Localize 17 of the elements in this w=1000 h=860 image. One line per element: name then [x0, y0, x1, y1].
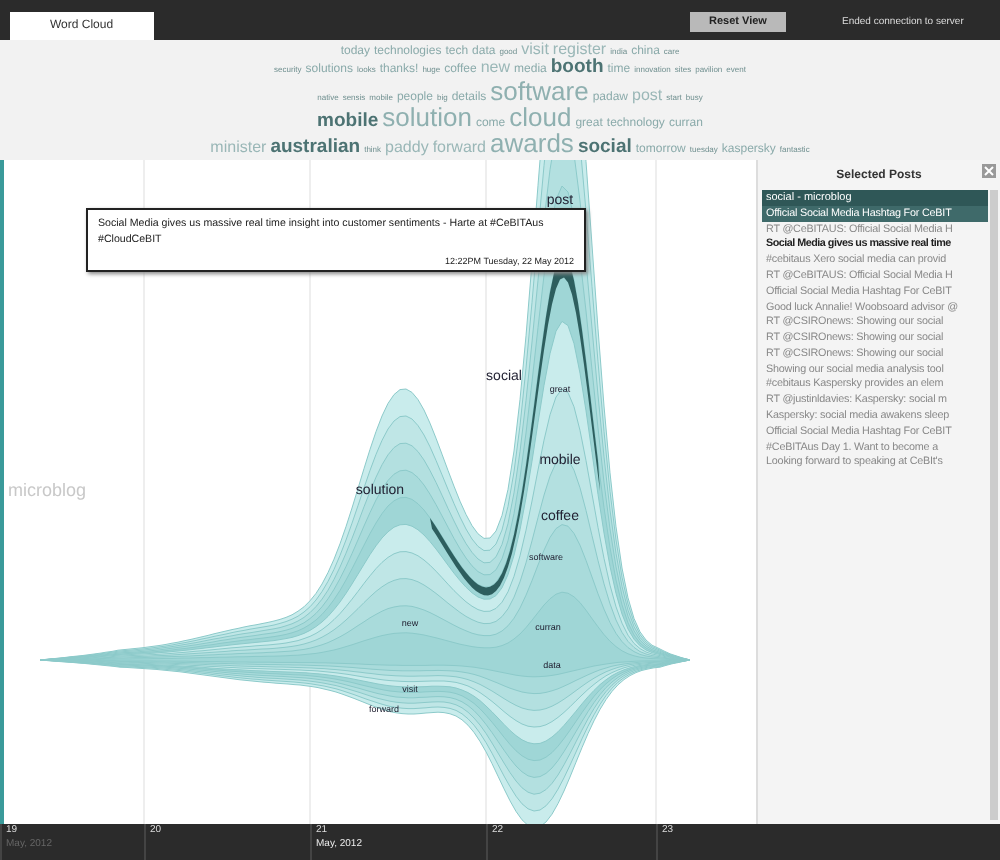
- cloud-word[interactable]: australian: [270, 138, 361, 158]
- cloud-word[interactable]: awards: [490, 130, 574, 157]
- cloud-word[interactable]: social: [577, 138, 632, 158]
- cloud-word[interactable]: forward: [432, 140, 487, 157]
- cloud-word[interactable]: solution: [382, 103, 472, 130]
- scrollbar[interactable]: [990, 190, 998, 820]
- cloud-word[interactable]: post: [632, 87, 663, 104]
- close-icon[interactable]: [982, 164, 996, 178]
- cloud-word[interactable]: cloud: [509, 103, 572, 130]
- cloud-word[interactable]: mobile: [317, 111, 379, 131]
- cloud-word[interactable]: paddy: [385, 140, 429, 157]
- cloud-word[interactable]: new: [480, 60, 511, 77]
- cloud-word[interactable]: minister: [210, 140, 267, 157]
- cloud-word[interactable]: register: [552, 42, 607, 59]
- cloud-word[interactable]: software: [490, 77, 589, 104]
- cloud-word[interactable]: booth: [550, 58, 604, 78]
- cloud-word[interactable]: visit: [521, 42, 549, 59]
